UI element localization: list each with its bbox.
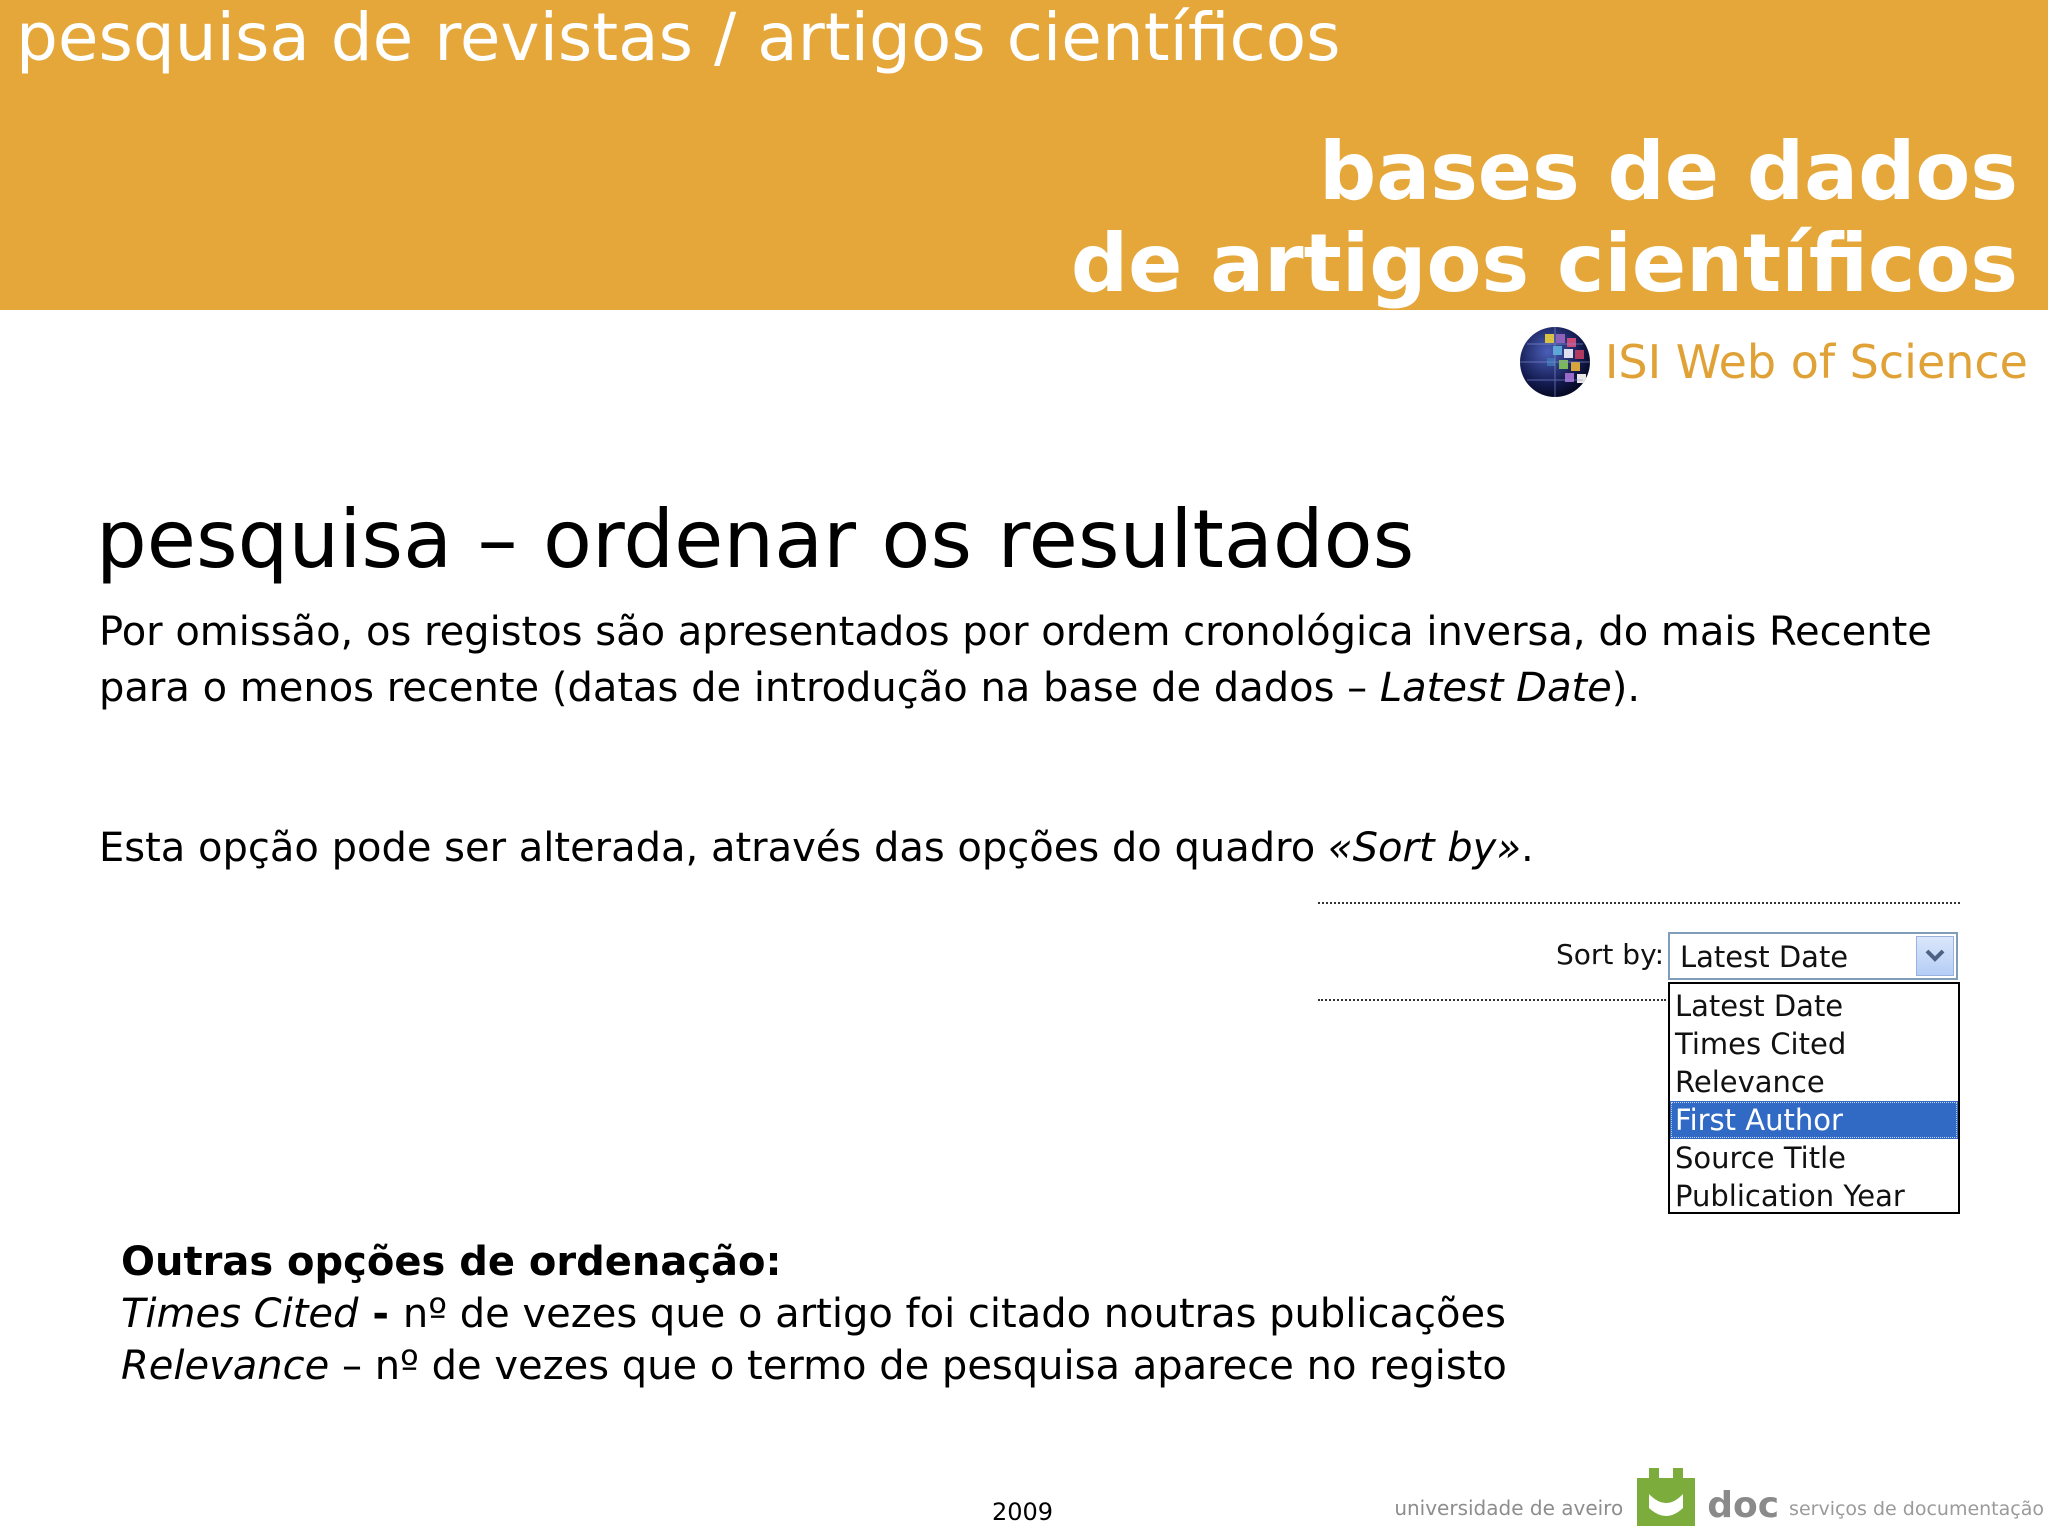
option-text: Esta opção pode ser alterada, através da… <box>99 825 1328 871</box>
isi-brand: ISI Web of Science <box>1517 322 2028 402</box>
option-end: . <box>1521 825 1534 871</box>
sort-by-label: Sort by: <box>1556 938 1665 971</box>
intro-paragraph: Por omissão, os registos são apresentado… <box>99 604 1999 716</box>
times-cited-separator: - <box>358 1291 403 1337</box>
isi-web-of-science-label: ISI Web of Science <box>1604 335 2028 389</box>
page-heading: pesquisa – ordenar os resultados <box>96 493 1415 586</box>
times-cited-term: Times Cited <box>121 1291 359 1337</box>
relevance-explanation: Relevance – nº de vezes que o termo de p… <box>121 1340 1507 1392</box>
other-sort-options: Outras opções de ordenação: Times Cited … <box>121 1236 1507 1392</box>
section-title: pesquisa de revistas / artigos científic… <box>16 0 1341 76</box>
dotted-divider <box>1318 999 1666 1001</box>
header-banner: pesquisa de revistas / artigos científic… <box>0 0 2048 310</box>
slide-title-line-1: bases de dados <box>1318 125 2018 218</box>
sort-by-options-list: Latest Date Times Cited Relevance First … <box>1668 982 1960 1214</box>
sort-by-term: «Sort by» <box>1327 825 1522 871</box>
sort-option-times-cited[interactable]: Times Cited <box>1670 1025 1958 1063</box>
slide-title: bases de dados de artigos científicos <box>1071 126 2018 310</box>
footer-logos: universidade de aveiro doc serviços de d… <box>1394 1462 2044 1528</box>
slide-title-line-2: de artigos científicos <box>1070 217 2018 310</box>
sort-by-selected-value: Latest Date <box>1680 940 1849 974</box>
intro-text: Por omissão, os registos são apresentado… <box>99 609 1932 711</box>
relevance-separator: – <box>329 1343 375 1389</box>
chevron-down-icon <box>1925 949 1945 962</box>
sort-option-relevance[interactable]: Relevance <box>1670 1063 1958 1101</box>
relevance-term: Relevance <box>121 1343 330 1389</box>
times-cited-explanation: Times Cited - nº de vezes que o artigo f… <box>121 1288 1507 1340</box>
sort-by-widget: Sort by: Latest Date Latest Date Times C… <box>1318 902 1960 1222</box>
dotted-divider <box>1318 902 1960 904</box>
globe-icon <box>1519 327 1590 397</box>
option-paragraph: Esta opção pode ser alterada, através da… <box>99 820 1534 876</box>
sort-option-first-author[interactable]: First Author <box>1670 1101 1958 1139</box>
latest-date-term: Latest Date <box>1379 665 1612 711</box>
intro-end: ). <box>1611 665 1641 711</box>
services-label: serviços de documentação <box>1789 1498 2044 1520</box>
dropdown-button[interactable] <box>1916 936 1954 976</box>
footer-year: 2009 <box>992 1498 1054 1526</box>
doc-label: doc <box>1707 1485 1780 1526</box>
sort-option-latest-date[interactable]: Latest Date <box>1670 987 1958 1025</box>
relevance-description: nº de vezes que o termo de pesquisa apar… <box>374 1343 1507 1389</box>
sort-by-select[interactable]: Latest Date <box>1668 932 1958 980</box>
sort-option-source-title[interactable]: Source Title <box>1670 1139 1958 1177</box>
sort-option-publication-year[interactable]: Publication Year <box>1670 1177 1958 1215</box>
university-logo-icon <box>1637 1468 1696 1526</box>
university-label: universidade de aveiro <box>1394 1496 1624 1520</box>
other-options-title: Outras opções de ordenação: <box>121 1239 782 1285</box>
times-cited-description: nº de vezes que o artigo foi citado nout… <box>402 1291 1506 1337</box>
